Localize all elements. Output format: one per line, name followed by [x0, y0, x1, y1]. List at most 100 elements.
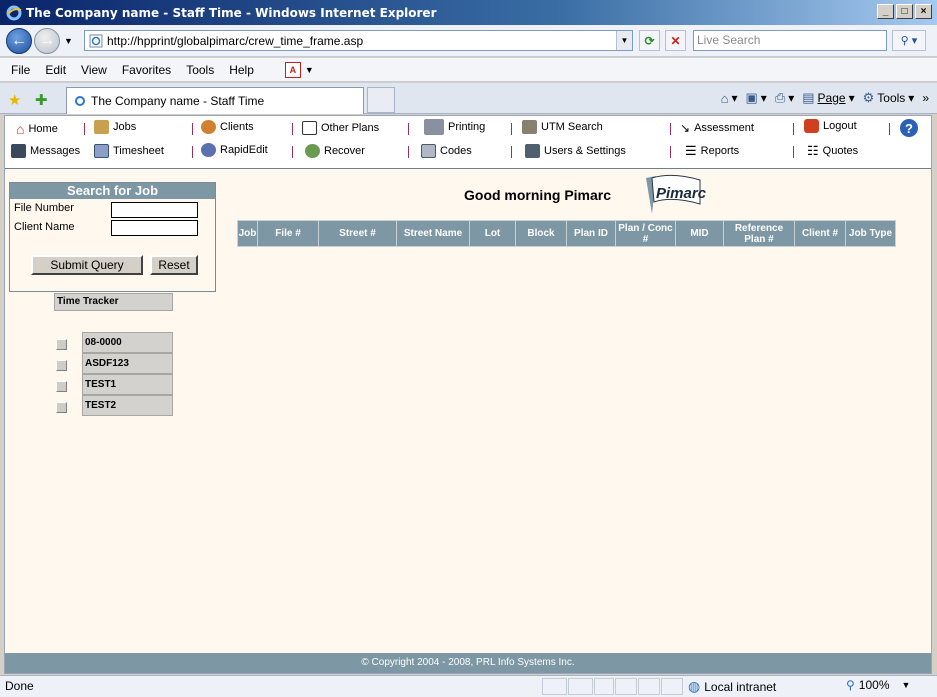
address-dropdown-icon[interactable]: ▼ [616, 31, 632, 50]
menu-favorites[interactable]: Favorites [122, 63, 171, 77]
reset-button[interactable]: Reset [150, 255, 198, 275]
menu-edit[interactable]: Edit [45, 63, 66, 77]
menu-file[interactable]: File [11, 63, 30, 77]
svg-text:Pimarc: Pimarc [656, 185, 707, 202]
jobs-table-header: Job File # Street # Street Name Lot Bloc… [237, 220, 896, 247]
column-header[interactable]: Street Name [397, 221, 470, 246]
time-tracker-toggle[interactable] [56, 360, 67, 371]
toolbar-jobs[interactable]: Jobs [94, 120, 136, 134]
menu-bar: File Edit View Favorites Tools Help A ▼ [0, 58, 937, 82]
pdf-dropdown-icon[interactable]: ▼ [305, 65, 314, 75]
forward-button[interactable]: → [34, 28, 60, 54]
stop-button[interactable]: ✕ [665, 30, 686, 51]
tab-ie-icon [75, 96, 85, 106]
help-icon[interactable]: ? [900, 119, 918, 137]
back-button[interactable]: ← [6, 28, 32, 54]
toolbar-quotes[interactable]: ☷ Quotes [807, 143, 858, 159]
toolbar-printing[interactable]: Printing [424, 119, 485, 135]
pimarc-logo: Pimarc [646, 174, 707, 214]
column-header[interactable]: Street # [319, 221, 397, 246]
column-header[interactable]: Reference Plan # [724, 221, 795, 246]
time-tracker-label[interactable]: TEST1 [82, 374, 173, 395]
zoom-icon: ⚲ [846, 678, 855, 692]
maximize-button[interactable]: □ [896, 4, 913, 19]
utm-search-icon [522, 120, 537, 134]
plans-icon [302, 121, 317, 135]
app-toolbar: ⌂ Home Messages Jobs Timesheet Clients R… [5, 116, 931, 169]
column-header[interactable]: File # [258, 221, 319, 246]
toolbar-codes-label: Codes [440, 145, 472, 157]
new-tab-button[interactable] [367, 87, 395, 113]
file-number-input[interactable] [111, 202, 198, 218]
web-page: ⌂ Home Messages Jobs Timesheet Clients R… [4, 115, 932, 674]
toolbar-rapidedit[interactable]: RapidEdit [201, 143, 268, 157]
toolbar-utm-search[interactable]: UTM Search [522, 120, 603, 134]
minimize-button[interactable]: _ [877, 4, 894, 19]
toolbar-assessment[interactable]: ↘ Assessment [680, 121, 754, 135]
time-tracker-toggle[interactable] [56, 381, 67, 392]
toolbar-logout-label: Logout [823, 120, 857, 132]
home-button[interactable]: ⌂ ▾ [721, 91, 738, 106]
file-number-label: File Number [14, 202, 74, 214]
submit-query-button[interactable]: Submit Query [31, 255, 143, 275]
page-menu[interactable]: ▤ Page ▾ [802, 90, 854, 106]
intranet-globe-icon: ◍ [688, 678, 701, 694]
time-tracker-item: TEST1 [54, 374, 173, 395]
live-search-input[interactable]: Live Search [693, 30, 887, 51]
column-header[interactable]: Lot [470, 221, 516, 246]
toolbar-other-plans[interactable]: Other Plans [302, 121, 379, 135]
ie-logo-icon [6, 5, 22, 20]
refresh-button[interactable]: ⟳ [639, 30, 660, 51]
time-tracker-item: TEST2 [54, 395, 173, 416]
toolbar-logout[interactable]: Logout [804, 119, 857, 133]
pdf-icon[interactable]: A [284, 61, 301, 78]
menu-help[interactable]: Help [229, 63, 254, 77]
column-header[interactable]: MID [676, 221, 724, 246]
time-tracker-label[interactable]: ASDF123 [82, 353, 173, 374]
toolbar-timesheet[interactable]: Timesheet [94, 144, 164, 158]
time-tracker-label[interactable]: 08-0000 [82, 332, 173, 353]
client-name-input[interactable] [111, 220, 198, 236]
add-favorite-icon[interactable]: ✚ [35, 91, 48, 109]
column-header[interactable]: Job [238, 221, 258, 246]
column-header[interactable]: Job Type [846, 221, 895, 246]
column-header[interactable]: Client # [795, 221, 846, 246]
toolbar-clients[interactable]: Clients [201, 120, 254, 134]
favorites-star-icon[interactable]: ★ [8, 91, 21, 109]
toolbar-home-label: Home [28, 123, 58, 135]
print-button[interactable]: ⎙ ▾ [775, 90, 794, 106]
column-header[interactable]: Block [516, 221, 567, 246]
toolbar-messages[interactable]: Messages [11, 144, 80, 158]
toolbar-reports[interactable]: ☰ Reports [685, 143, 739, 159]
zoom-control[interactable]: ⚲ 100% ▼ [846, 678, 910, 692]
status-bar: Done ◍ Local intranet ⚲ 100% ▼ [0, 675, 937, 697]
time-tracker-label[interactable]: TEST2 [82, 395, 173, 416]
toolbar-users-settings[interactable]: Users & Settings [525, 144, 626, 158]
menu-tools[interactable]: Tools [186, 63, 214, 77]
time-tracker-toggle[interactable] [56, 339, 67, 350]
calendar-icon [94, 144, 109, 158]
zoom-dropdown-icon[interactable]: ▼ [902, 680, 911, 690]
toolbar-recover-label: Recover [324, 145, 365, 157]
recent-pages-dropdown-icon[interactable]: ▼ [64, 36, 73, 46]
tools-menu[interactable]: ⚙ Tools ▾ [863, 90, 915, 106]
toolbar-codes[interactable]: Codes [421, 144, 472, 158]
security-zone[interactable]: ◍ Local intranet [688, 678, 776, 695]
browser-tab[interactable]: The Company name - Staff Time [66, 87, 364, 114]
toolbar-recover[interactable]: Recover [305, 144, 365, 158]
menu-view[interactable]: View [81, 63, 107, 77]
toolbar-home[interactable]: ⌂ Home [16, 121, 58, 137]
overflow-chevron-icon[interactable]: » [922, 91, 929, 105]
address-input[interactable]: http://hpprint/globalpimarc/crew_time_fr… [84, 30, 633, 51]
close-button[interactable]: × [915, 4, 932, 19]
column-header[interactable]: Plan ID [567, 221, 616, 246]
feeds-button[interactable]: ▣ ▾ [745, 90, 766, 106]
messages-icon [11, 144, 26, 158]
tab-row: ★ ✚ The Company name - Staff Time ⌂ ▾ ▣ ▾ … [0, 83, 937, 114]
time-tracker-toggle[interactable] [56, 402, 67, 413]
search-button[interactable]: ⚲ ▾ [892, 30, 926, 51]
column-header[interactable]: Plan / Conc # [616, 221, 676, 246]
search-icon: ⚲ ▾ [900, 35, 918, 47]
recover-icon [305, 144, 320, 158]
window-title: The Company name - Staff Time - Windows … [26, 5, 437, 20]
